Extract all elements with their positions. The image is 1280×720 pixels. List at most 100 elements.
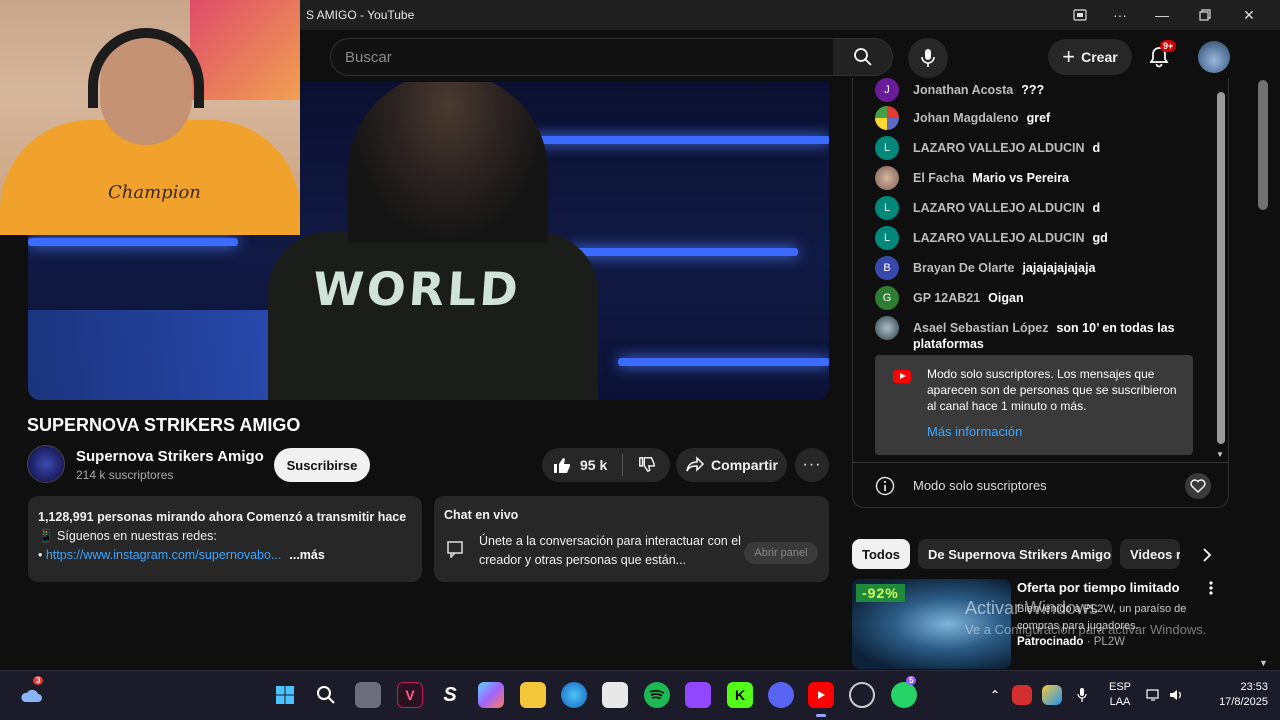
tray-mic-icon[interactable] — [1072, 682, 1092, 708]
channel-avatar[interactable] — [27, 445, 65, 483]
search-box[interactable] — [330, 38, 834, 76]
chat-author-avatar[interactable] — [875, 106, 899, 130]
volume-icon[interactable] — [1166, 682, 1186, 708]
chat-author[interactable]: El Facha — [913, 166, 964, 190]
subscriber-count: 214 k suscriptores — [76, 468, 174, 482]
create-button[interactable]: + Crear — [1048, 39, 1132, 75]
chat-author-avatar[interactable] — [875, 166, 899, 190]
app-s-icon[interactable]: S — [437, 682, 463, 708]
chat-message-list[interactable]: J Jonathan Acosta ??? Johan Magdaleno gr… — [853, 78, 1213, 458]
windows-start-icon[interactable] — [272, 682, 298, 708]
chat-author[interactable]: Brayan De Olarte — [913, 256, 1014, 280]
chat-author-avatar[interactable] — [875, 316, 899, 340]
page-scroll-down-icon[interactable]: ▼ — [1259, 658, 1268, 668]
headphones — [88, 28, 204, 108]
chat-author[interactable]: Asael Sebastian López — [913, 321, 1048, 335]
minimize-icon[interactable]: — — [1142, 0, 1182, 30]
app-v-icon[interactable]: V — [397, 682, 423, 708]
shirt-text: WORLD — [311, 262, 523, 316]
instagram-link[interactable]: https://www.instagram.com/supernovabo... — [46, 548, 282, 562]
tray-app-icon[interactable] — [1012, 685, 1032, 705]
page-scrollbar[interactable] — [1258, 80, 1268, 210]
show-more-link[interactable]: ...más — [289, 548, 324, 562]
clock[interactable]: 23:53 17/8/2025 — [1196, 680, 1268, 710]
chat-author-avatar[interactable]: L — [875, 196, 899, 220]
obs-icon[interactable] — [849, 682, 875, 708]
dislike-button[interactable] — [623, 456, 670, 474]
youtube-icon — [893, 370, 911, 383]
subscribe-button[interactable]: Suscribirse — [274, 448, 370, 482]
weather-icon[interactable]: 3 — [18, 676, 44, 708]
chip-channel[interactable]: De Supernova Strikers Amigo — [918, 539, 1112, 569]
chat-author-avatar[interactable]: L — [875, 136, 899, 160]
webcam-overlay: Champion — [0, 0, 300, 235]
weather-badge: 3 — [33, 676, 44, 685]
voice-search-button[interactable] — [908, 38, 948, 78]
network-icon[interactable] — [1144, 682, 1164, 708]
info-icon[interactable] — [875, 476, 895, 499]
open-panel-button[interactable]: Abrir panel — [744, 542, 818, 564]
spotify-icon[interactable] — [644, 682, 670, 708]
notifications-button[interactable]: 9+ — [1146, 40, 1177, 70]
kick-icon[interactable]: K — [727, 682, 753, 708]
task-view-icon[interactable] — [355, 682, 381, 708]
description-box[interactable]: 1,128,991 personas mirando ahora Comenzó… — [28, 496, 422, 582]
description-link-line: • https://www.instagram.com/supernovabo.… — [38, 548, 325, 562]
screen: S AMIGO - YouTube ··· — ✕ + Crear 9+ — [0, 0, 1280, 720]
more-actions-button[interactable]: ··· — [795, 448, 829, 482]
video-person — [348, 82, 548, 242]
file-explorer-icon[interactable] — [520, 682, 546, 708]
hoodie-brand: Champion — [108, 182, 201, 203]
clock-date: 17/8/2025 — [1219, 696, 1268, 708]
edge-icon[interactable] — [561, 682, 587, 708]
share-button[interactable]: Compartir — [676, 448, 787, 482]
ad-description: Bienvenido a PL2W, un paraíso de compras… — [1017, 603, 1187, 632]
chat-author-avatar[interactable]: L — [875, 226, 899, 250]
chat-author[interactable]: LAZARO VALLEJO ALDUCIN — [913, 226, 1085, 250]
whatsapp-icon[interactable]: 5 — [891, 676, 917, 708]
chat-text: d — [1092, 201, 1101, 215]
browser-menu-icon[interactable]: ··· — [1100, 0, 1140, 30]
chat-author[interactable]: Johan Magdaleno — [913, 106, 1019, 130]
description-line: 📱 Síguenos en nuestras redes: — [38, 529, 217, 543]
chat-author[interactable]: GP 12AB21 — [913, 286, 980, 310]
chat-icon — [446, 540, 464, 561]
account-avatar[interactable] — [1198, 41, 1230, 73]
restore-icon[interactable] — [1185, 0, 1225, 30]
taskbar-search-icon[interactable] — [313, 682, 339, 708]
chat-author-avatar[interactable]: J — [875, 78, 899, 102]
tray-security-icon[interactable] — [1042, 685, 1062, 705]
chat-scroll-down-icon[interactable]: ▼ — [1216, 450, 1224, 459]
chat-author[interactable]: Jonathan Acosta — [913, 78, 1013, 102]
search-input[interactable] — [345, 48, 833, 66]
copilot-icon[interactable] — [478, 682, 504, 708]
ad-thumbnail[interactable]: -92% — [852, 579, 1011, 669]
store-icon[interactable] — [602, 682, 628, 708]
ad-title[interactable]: Oferta por tiempo limitado — [1017, 580, 1180, 595]
chip-videos[interactable]: Videos r — [1120, 539, 1180, 569]
chat-author[interactable]: LAZARO VALLEJO ALDUCIN — [913, 136, 1085, 160]
language-indicator[interactable]: ESP LAA — [1106, 680, 1134, 710]
chevron-right-icon[interactable] — [1196, 544, 1218, 566]
chat-author-avatar[interactable]: G — [875, 286, 899, 310]
ad-menu-icon[interactable] — [1208, 580, 1214, 601]
channel-name[interactable]: Supernova Strikers Amigo — [76, 448, 264, 465]
chat-message: J Jonathan Acosta ??? — [875, 78, 1205, 102]
like-dislike-group: 95 k — [542, 448, 670, 482]
chat-author-avatar[interactable]: B — [875, 256, 899, 280]
live-chat-title: Chat en vivo — [444, 508, 519, 522]
more-info-link[interactable]: Más información — [927, 424, 1181, 440]
search-button[interactable] — [833, 38, 893, 76]
heart-button[interactable] — [1185, 473, 1211, 499]
chip-all[interactable]: Todos — [852, 539, 910, 569]
tray-chevron-up-icon[interactable]: ⌃ — [982, 682, 1008, 708]
search-icon — [853, 48, 872, 66]
cast-icon[interactable] — [1060, 0, 1100, 30]
discord-icon[interactable] — [768, 682, 794, 708]
close-icon[interactable]: ✕ — [1229, 0, 1269, 30]
like-button[interactable]: 95 k — [542, 455, 622, 475]
youtube-taskbar-icon[interactable] — [808, 682, 834, 717]
chat-scrollbar[interactable] — [1217, 92, 1225, 444]
chat-author[interactable]: LAZARO VALLEJO ALDUCIN — [913, 196, 1085, 220]
twitch-icon[interactable] — [685, 682, 711, 708]
